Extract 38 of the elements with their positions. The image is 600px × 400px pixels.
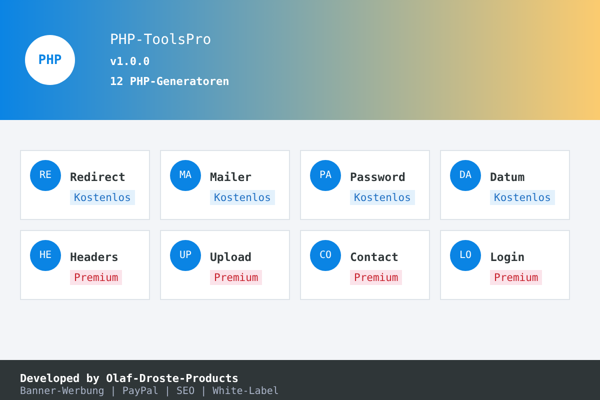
tool-name: Login <box>490 250 525 264</box>
generator-count: 12 PHP-Generatoren <box>110 75 230 88</box>
tool-avatar: LO <box>450 240 481 271</box>
footer-links: Banner-Werbung | PayPal | SEO | White-Label <box>20 385 280 398</box>
tool-name: Mailer <box>210 170 252 184</box>
tool-tag: Kostenlos <box>210 190 275 205</box>
tool-card[interactable]: RE Redirect Kostenlos <box>20 150 150 220</box>
tool-card[interactable]: CO Contact Premium <box>300 230 430 300</box>
logo: PHP <box>25 35 75 85</box>
tool-name: Contact <box>350 250 398 264</box>
tool-tag: Premium <box>490 270 542 285</box>
tool-name: Upload <box>210 250 252 264</box>
tool-name: Headers <box>70 250 118 264</box>
tool-avatar: MA <box>170 160 201 191</box>
tool-avatar: RE <box>30 160 61 191</box>
tool-name: Redirect <box>70 170 126 184</box>
tool-tag: Premium <box>350 270 402 285</box>
tool-avatar: PA <box>310 160 341 191</box>
tool-card[interactable]: PA Password Kostenlos <box>300 150 430 220</box>
version-label: v1.0.0 <box>110 55 151 68</box>
footer-credit: Developed by Olaf-Droste-Products <box>20 372 240 385</box>
tool-tag: Kostenlos <box>70 190 135 205</box>
tool-tag: Premium <box>70 270 122 285</box>
tool-name: Password <box>350 170 406 184</box>
tool-card[interactable]: DA Datum Kostenlos <box>440 150 570 220</box>
tool-tag: Kostenlos <box>350 190 415 205</box>
tool-name: Datum <box>490 170 525 184</box>
tool-card[interactable]: MA Mailer Kostenlos <box>160 150 290 220</box>
tool-card[interactable]: LO Login Premium <box>440 230 570 300</box>
tool-tag: Premium <box>210 270 262 285</box>
tool-card[interactable]: HE Headers Premium <box>20 230 150 300</box>
tool-avatar: UP <box>170 240 201 271</box>
tool-avatar: HE <box>30 240 61 271</box>
tool-tag: Kostenlos <box>490 190 555 205</box>
tool-card[interactable]: UP Upload Premium <box>160 230 290 300</box>
app-title: PHP-ToolsPro <box>110 32 212 48</box>
tool-avatar: CO <box>310 240 341 271</box>
tool-avatar: DA <box>450 160 481 191</box>
